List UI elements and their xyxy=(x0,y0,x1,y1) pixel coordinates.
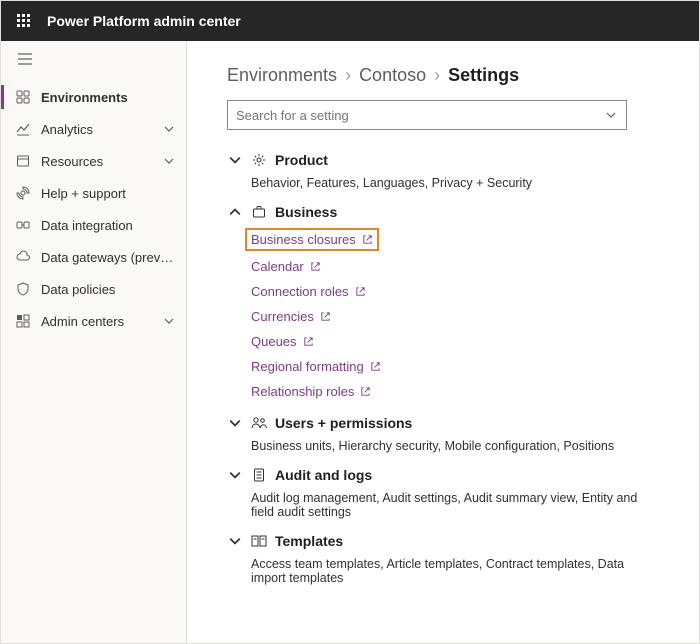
data-integration-icon xyxy=(15,217,31,233)
cloud-icon xyxy=(15,249,31,265)
external-link-icon xyxy=(360,386,371,397)
section-toggle-templates[interactable]: Templates xyxy=(227,529,659,553)
sidebar-item-label: Analytics xyxy=(41,122,162,137)
section-templates: Templates Access team templates, Article… xyxy=(227,529,659,585)
breadcrumb-settings: Settings xyxy=(448,65,519,86)
app-title: Power Platform admin center xyxy=(47,13,241,29)
sidebar-item-data-gateways[interactable]: Data gateways (preview) xyxy=(1,241,186,273)
section-audit-logs: Audit and logs Audit log management, Aud… xyxy=(227,463,659,519)
sidebar-item-label: Admin centers xyxy=(41,314,162,329)
analytics-icon xyxy=(15,121,31,137)
section-desc: Business units, Hierarchy security, Mobi… xyxy=(251,439,659,453)
breadcrumb-contoso[interactable]: Contoso xyxy=(359,65,426,86)
chevron-down-icon xyxy=(227,534,243,548)
sidebar-item-label: Environments xyxy=(41,90,176,105)
breadcrumb-environments[interactable]: Environments xyxy=(227,65,337,86)
briefcase-icon xyxy=(251,204,267,220)
search-input[interactable] xyxy=(236,108,604,123)
sidebar-item-label: Data policies xyxy=(41,282,176,297)
external-link-icon xyxy=(370,361,381,372)
chevron-down-icon xyxy=(227,468,243,482)
sidebar-item-help-support[interactable]: Help + support xyxy=(1,177,186,209)
chevron-down-icon xyxy=(162,154,176,168)
sidebar-item-analytics[interactable]: Analytics xyxy=(1,113,186,145)
help-icon xyxy=(15,185,31,201)
external-link-icon xyxy=(362,234,373,245)
section-desc: Access team templates, Article templates… xyxy=(251,557,659,585)
sidebar-item-admin-centers[interactable]: Admin centers xyxy=(1,305,186,337)
section-toggle-business[interactable]: Business xyxy=(227,200,659,224)
templates-icon xyxy=(251,533,267,549)
link-currencies[interactable]: Currencies xyxy=(251,309,659,324)
shield-icon xyxy=(15,281,31,297)
sidebar-item-environments[interactable]: Environments xyxy=(1,81,186,113)
chevron-down-icon xyxy=(162,314,176,328)
link-regional-formatting[interactable]: Regional formatting xyxy=(251,359,659,374)
sidebar-nav: Environments Analytics Resources Help + … xyxy=(1,77,186,337)
section-desc: Audit log management, Audit settings, Au… xyxy=(251,491,659,519)
sidebar-item-resources[interactable]: Resources xyxy=(1,145,186,177)
section-title: Users + permissions xyxy=(275,415,412,431)
link-relationship-roles[interactable]: Relationship roles xyxy=(251,384,659,399)
chevron-right-icon: › xyxy=(434,65,440,86)
document-icon xyxy=(251,467,267,483)
section-title: Templates xyxy=(275,533,343,549)
people-icon xyxy=(251,415,267,431)
search-field[interactable] xyxy=(227,100,627,130)
section-product: Product Behavior, Features, Languages, P… xyxy=(227,148,659,190)
breadcrumb: Environments › Contoso › Settings xyxy=(227,65,659,86)
section-business: Business Business closures Calendar Conn… xyxy=(227,200,659,399)
gear-icon xyxy=(251,152,267,168)
external-link-icon xyxy=(355,286,366,297)
section-title: Audit and logs xyxy=(275,467,372,483)
app-header: Power Platform admin center xyxy=(1,1,699,41)
sidebar-item-label: Help + support xyxy=(41,186,176,201)
external-link-icon xyxy=(320,311,331,322)
resources-icon xyxy=(15,153,31,169)
business-links: Business closures Calendar Connection ro… xyxy=(251,230,659,399)
section-toggle-product[interactable]: Product xyxy=(227,148,659,172)
link-queues[interactable]: Queues xyxy=(251,334,659,349)
section-desc: Behavior, Features, Languages, Privacy +… xyxy=(251,176,659,190)
sidebar-item-data-integration[interactable]: Data integration xyxy=(1,209,186,241)
chevron-right-icon: › xyxy=(345,65,351,86)
admin-centers-icon xyxy=(15,313,31,329)
environments-icon xyxy=(15,89,31,105)
chevron-down-icon xyxy=(162,122,176,136)
chevron-down-icon xyxy=(227,416,243,430)
section-toggle-audit[interactable]: Audit and logs xyxy=(227,463,659,487)
sidebar-item-label: Data integration xyxy=(41,218,176,233)
hamburger-button[interactable] xyxy=(1,41,186,77)
external-link-icon xyxy=(303,336,314,347)
link-calendar[interactable]: Calendar xyxy=(251,259,659,274)
sidebar-item-label: Data gateways (preview) xyxy=(41,250,176,265)
link-business-closures[interactable]: Business closures xyxy=(247,230,377,249)
section-users-permissions: Users + permissions Business units, Hier… xyxy=(227,411,659,453)
link-connection-roles[interactable]: Connection roles xyxy=(251,284,659,299)
waffle-icon[interactable] xyxy=(15,12,33,30)
main-content: Environments › Contoso › Settings Produc… xyxy=(187,41,699,643)
section-title: Product xyxy=(275,152,328,168)
sidebar-item-data-policies[interactable]: Data policies xyxy=(1,273,186,305)
chevron-down-icon xyxy=(227,153,243,167)
sidebar-item-label: Resources xyxy=(41,154,162,169)
chevron-down-icon[interactable] xyxy=(604,108,618,122)
sidebar: Environments Analytics Resources Help + … xyxy=(1,41,187,643)
section-title: Business xyxy=(275,204,337,220)
section-toggle-users[interactable]: Users + permissions xyxy=(227,411,659,435)
external-link-icon xyxy=(310,261,321,272)
chevron-up-icon xyxy=(227,205,243,219)
